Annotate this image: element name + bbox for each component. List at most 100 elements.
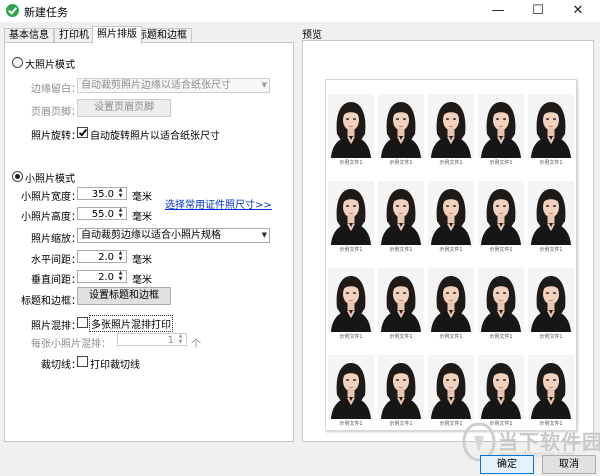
large-mode-radio[interactable] — [12, 57, 23, 68]
tab-printer[interactable]: 打印机 — [54, 28, 94, 43]
hgap-spinner[interactable]: 2.0 ▲ ▼ — [77, 250, 127, 263]
photo-caption: 示例文件1 — [539, 160, 563, 166]
preview-photo: 示例文件1 — [478, 181, 524, 253]
window-title: 新建任务 — [24, 6, 68, 19]
photo-caption: 示例文件1 — [439, 247, 463, 253]
preview-photo: 示例文件1 — [428, 181, 474, 253]
preview-photo: 示例文件1 — [428, 355, 474, 427]
preview-photo: 示例文件1 — [428, 268, 474, 340]
portrait-image — [378, 181, 424, 245]
margin-select-value: 自动裁剪照片边缘以适合纸张尺寸 — [81, 80, 231, 91]
cutline-label: 裁切线： — [41, 360, 81, 371]
preview-photo: 示例文件1 — [328, 268, 374, 340]
scale-select-value: 自动裁剪边缘以适合小照片规格 — [81, 230, 221, 241]
portrait-image — [528, 268, 574, 332]
portrait-image — [478, 355, 524, 419]
small-mode-label: 小照片模式 — [25, 174, 75, 185]
portrait-image — [328, 94, 374, 158]
maximize-icon[interactable]: ☐ — [518, 0, 558, 22]
preview-title: 预览 — [302, 30, 322, 41]
photo-caption: 示例文件1 — [439, 334, 463, 340]
width-spinner[interactable]: 35.0 ▲ ▼ — [77, 187, 127, 200]
mix-check-label: 多张照片混排打印 — [89, 315, 173, 332]
portrait-image — [328, 181, 374, 245]
photo-caption: 示例文件1 — [489, 334, 513, 340]
photo-caption: 示例文件1 — [389, 421, 413, 427]
portrait-image — [328, 355, 374, 419]
chevron-down-icon: ▼ — [261, 231, 267, 239]
close-icon[interactable]: ✕ — [558, 0, 598, 22]
scale-label: 照片缩放： — [31, 234, 81, 245]
vgap-spinner[interactable]: 2.0 ▲ ▼ — [77, 270, 127, 283]
preview-photo: 示例文件1 — [378, 181, 424, 253]
title-bar: 新建任务 — ☐ ✕ — [0, 0, 600, 22]
cutline-check-label: 打印裁切线 — [90, 360, 140, 371]
minimize-icon[interactable]: — — [478, 0, 518, 22]
portrait-image — [528, 355, 574, 419]
per-photo-unit: 个 — [191, 339, 201, 350]
photo-caption: 示例文件1 — [439, 160, 463, 166]
rotate-checkbox[interactable] — [77, 127, 88, 138]
portrait-image — [378, 355, 424, 419]
scale-select[interactable]: 自动裁剪边缘以适合小照片规格 ▼ — [77, 228, 270, 243]
width-value: 35.0 — [91, 189, 114, 200]
mix-checkbox[interactable] — [77, 317, 88, 328]
preview-photo: 示例文件1 — [528, 268, 574, 340]
small-mode-radio[interactable] — [12, 171, 23, 182]
per-photo-value: 1 — [167, 335, 174, 346]
tab-basic-info[interactable]: 基本信息 — [4, 28, 54, 43]
preview-panel: 示例文件1 示例文件1 示例文件1 示例文件1 示例文件1 示例文件1 示例文件1 示例文件1… — [302, 40, 594, 442]
preview-photo: 示例文件1 — [478, 94, 524, 166]
photo-caption: 示例文件1 — [389, 334, 413, 340]
width-label: 小照片宽度： — [21, 192, 81, 203]
photo-caption: 示例文件1 — [489, 160, 513, 166]
cutline-checkbox[interactable] — [77, 356, 88, 367]
spinner-arrows-icon[interactable]: ▲ ▼ — [176, 333, 185, 345]
portrait-image — [478, 268, 524, 332]
title-border-button[interactable]: 设置标题和边框 — [77, 287, 171, 305]
height-unit: 毫米 — [132, 212, 152, 223]
preview-photo: 示例文件1 — [478, 355, 524, 427]
photo-caption: 示例文件1 — [539, 247, 563, 253]
rotate-check-label: 自动旋转照片以适合纸张尺寸 — [90, 131, 220, 142]
preview-photo: 示例文件1 — [478, 268, 524, 340]
header-footer-label: 页眉页脚： — [31, 107, 81, 118]
portrait-image — [378, 94, 424, 158]
spinner-arrows-icon[interactable]: ▲ ▼ — [116, 270, 125, 282]
preview-photo: 示例文件1 — [378, 268, 424, 340]
photo-caption: 示例文件1 — [389, 247, 413, 253]
rotate-label: 照片旋转： — [31, 131, 81, 142]
height-spinner[interactable]: 55.0 ▲ ▼ — [77, 207, 127, 220]
preview-photo: 示例文件1 — [328, 94, 374, 166]
height-value: 55.0 — [91, 209, 114, 220]
portrait-image — [378, 268, 424, 332]
spinner-arrows-icon[interactable]: ▲ ▼ — [116, 207, 125, 219]
common-size-link[interactable]: 选择常用证件照尺寸>> — [165, 196, 272, 211]
hgap-value: 2.0 — [98, 252, 114, 263]
photo-caption: 示例文件1 — [339, 421, 363, 427]
tab-photo-layout[interactable]: 照片排版 — [92, 26, 142, 44]
height-label: 小照片高度： — [21, 212, 81, 223]
hgap-label: 水平间距： — [31, 255, 81, 266]
portrait-image — [528, 94, 574, 158]
margin-select[interactable]: 自动裁剪照片边缘以适合纸张尺寸 ▼ — [77, 78, 270, 93]
preview-photo: 示例文件1 — [328, 355, 374, 427]
title-border-label: 标题和边框： — [21, 296, 81, 307]
portrait-image — [428, 181, 474, 245]
large-mode-label: 大照片模式 — [25, 60, 75, 71]
header-footer-button[interactable]: 设置页眉页脚 — [77, 99, 171, 117]
portrait-image — [428, 355, 474, 419]
spinner-arrows-icon[interactable]: ▲ ▼ — [116, 187, 125, 199]
preview-photo: 示例文件1 — [328, 181, 374, 253]
preview-photo: 示例文件1 — [378, 355, 424, 427]
cancel-button[interactable]: 取消 — [542, 455, 596, 474]
ok-button[interactable]: 确定 — [480, 455, 534, 474]
preview-sheet: 示例文件1 示例文件1 示例文件1 示例文件1 示例文件1 示例文件1 示例文件1 示例文件1… — [325, 79, 577, 431]
per-photo-spinner[interactable]: 1 ▲ ▼ — [117, 333, 187, 346]
photo-caption: 示例文件1 — [489, 247, 513, 253]
spinner-arrows-icon[interactable]: ▲ ▼ — [116, 250, 125, 262]
vgap-unit: 毫米 — [132, 275, 152, 286]
vgap-value: 2.0 — [98, 272, 114, 283]
photo-caption: 示例文件1 — [389, 160, 413, 166]
preview-photo: 示例文件1 — [428, 94, 474, 166]
